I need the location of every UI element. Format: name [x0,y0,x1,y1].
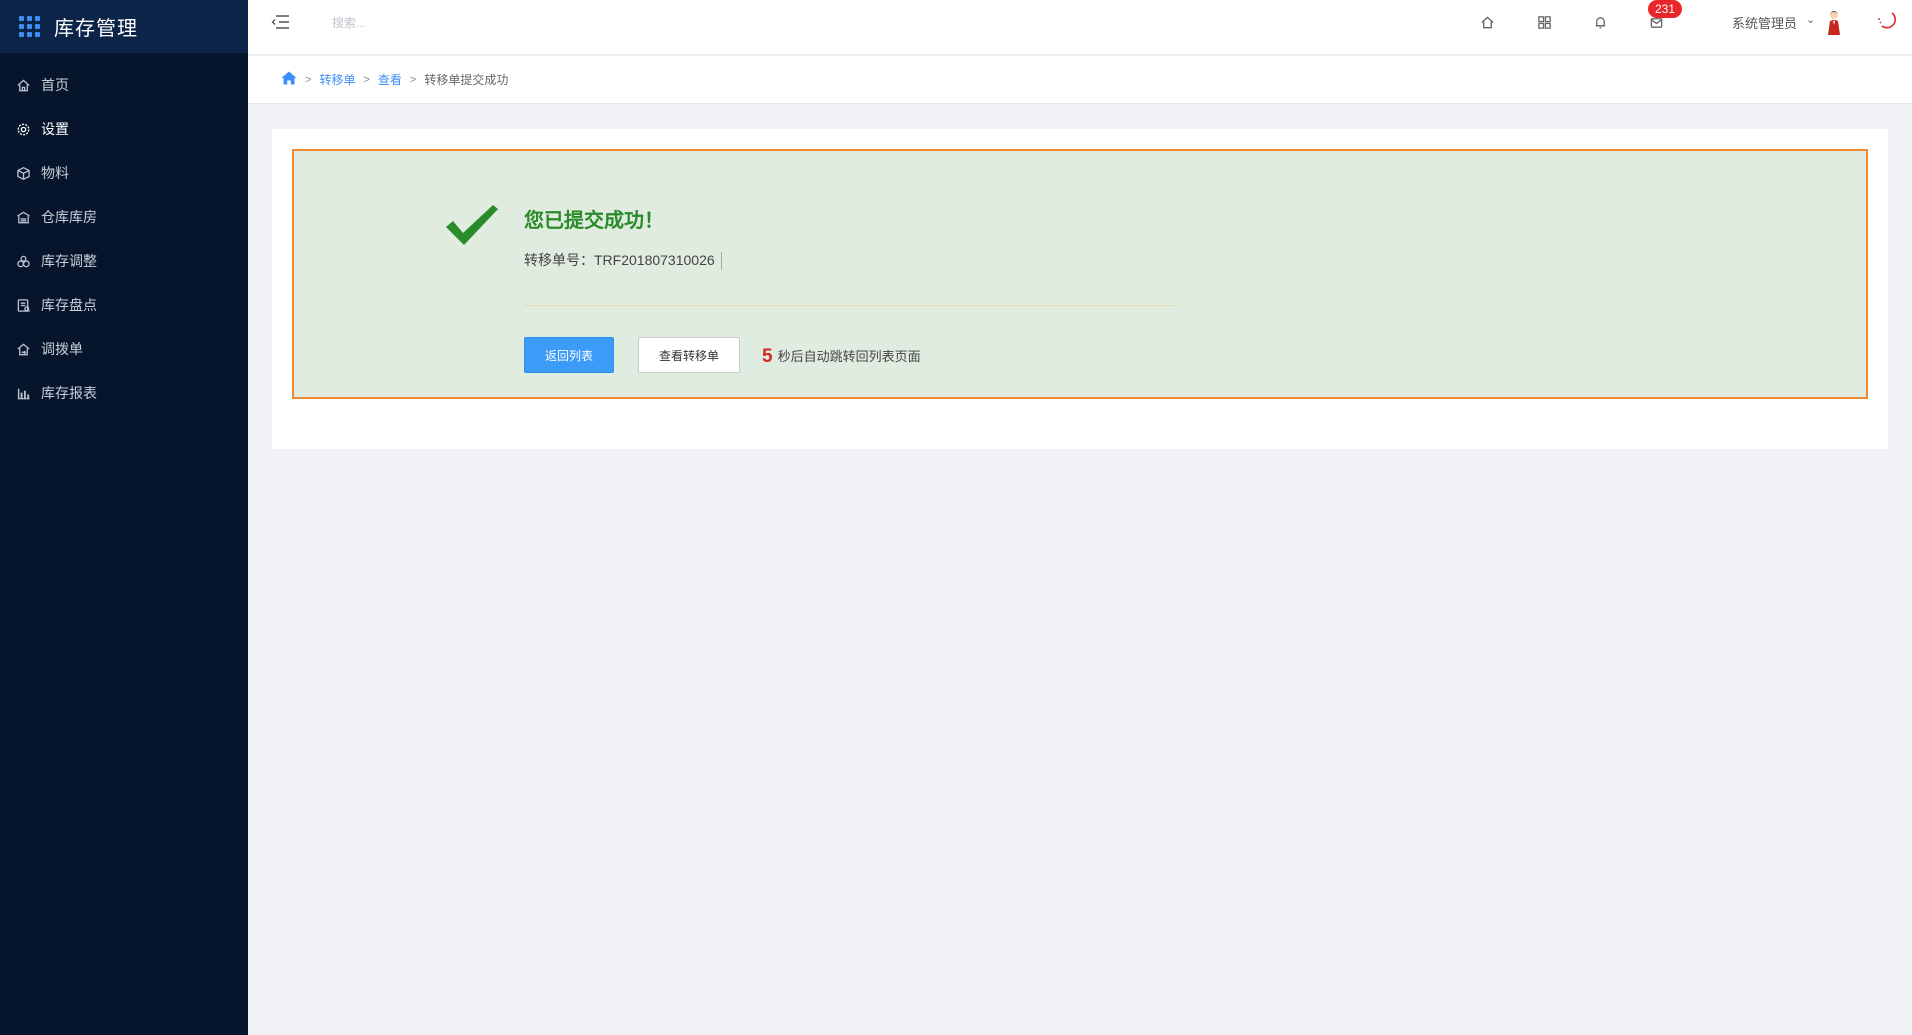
transfer-icon [15,341,31,357]
bar-chart-icon [15,385,31,401]
sidebar-item-label: 库存盘点 [41,297,97,313]
breadcrumb-home-icon[interactable] [281,71,297,88]
breadcrumb-link-view[interactable]: 查看 [378,71,402,88]
view-transfer-button[interactable]: 查看转移单 [638,337,740,373]
sidebar-item-label: 设置 [41,121,69,137]
apps-grid-icon[interactable] [1533,11,1555,33]
success-panel: 您已提交成功！ 转移单号：TRF201807310026 返回列表 查看转移单 … [292,149,1868,399]
breadcrumb-separator: > [363,73,370,86]
breadcrumb-current: 转移单提交成功 [424,73,509,87]
sidebar-item-transfer[interactable]: 调拨单 [0,327,248,371]
app-grid-icon [19,16,40,37]
sidebar-item-warehouse[interactable]: 仓库库房 [0,195,248,239]
sidebar-item-label: 调拨单 [41,341,83,357]
sidebar-item-materials[interactable]: 物料 [0,151,248,195]
countdown-seconds: 5 [762,346,773,367]
sidebar-item-stock-report[interactable]: 库存报表 [0,371,248,415]
home-shortcut-icon[interactable] [1476,11,1498,33]
text-cursor [720,252,722,271]
box-icon [15,165,31,181]
logo-bar: 库存管理 [0,0,248,53]
app-title: 库存管理 [54,18,138,40]
loading-spinner-icon [1876,9,1897,29]
gear-icon [15,121,31,137]
countdown-text: 秒后自动跳转回列表页面 [777,349,921,364]
sidebar: 库存管理 首页 设置 物料 仓库库房 库存调整 库存盘点 调拨单 库存报表 [0,0,248,1035]
content-card: 您已提交成功！ 转移单号：TRF201807310026 返回列表 查看转移单 … [272,129,1888,449]
breadcrumb-separator: > [305,73,312,86]
sidebar-menu: 首页 设置 物料 仓库库房 库存调整 库存盘点 调拨单 库存报表 [0,63,248,415]
success-title: 您已提交成功！ [524,210,664,232]
order-number-label: 转移单号： [524,252,594,268]
inventory-check-icon [15,297,31,313]
redirect-countdown: 5 秒后自动跳转回列表页面 [762,346,921,368]
avatar[interactable] [1824,9,1844,35]
order-number-value: TRF201807310026 [594,252,715,268]
order-number-line: 转移单号：TRF201807310026 [524,250,722,271]
sidebar-item-stock-check[interactable]: 库存盘点 [0,283,248,327]
notification-badge: 231 [1648,0,1683,18]
success-check-icon [446,205,498,245]
back-to-list-button[interactable]: 返回列表 [524,337,614,373]
divider [524,305,1174,306]
menu-toggle-icon[interactable] [270,12,292,32]
sidebar-item-settings[interactable]: 设置 [0,107,248,151]
breadcrumb-separator: > [409,73,417,86]
sidebar-item-label: 首页 [41,77,69,93]
adjust-icon [15,253,31,269]
sidebar-item-home[interactable]: 首页 [0,63,248,107]
sidebar-item-label: 物料 [41,165,69,181]
warehouse-icon [15,209,31,225]
sidebar-item-label: 库存报表 [41,385,97,401]
sidebar-item-stock-adjust[interactable]: 库存调整 [0,239,248,283]
bell-icon[interactable] [1589,11,1611,33]
breadcrumb-link-transfer[interactable]: 转移单 [319,71,355,88]
chevron-down-icon[interactable]: ⌄ [1806,13,1815,26]
sidebar-item-label: 库存调整 [41,253,97,269]
breadcrumb: > 转移单 > 查看 > 转移单提交成功 [248,56,1912,104]
sidebar-item-label: 仓库库房 [41,209,97,225]
home-icon [15,77,31,93]
search-input[interactable] [332,12,532,34]
user-name[interactable]: 系统管理员 [1732,13,1797,32]
